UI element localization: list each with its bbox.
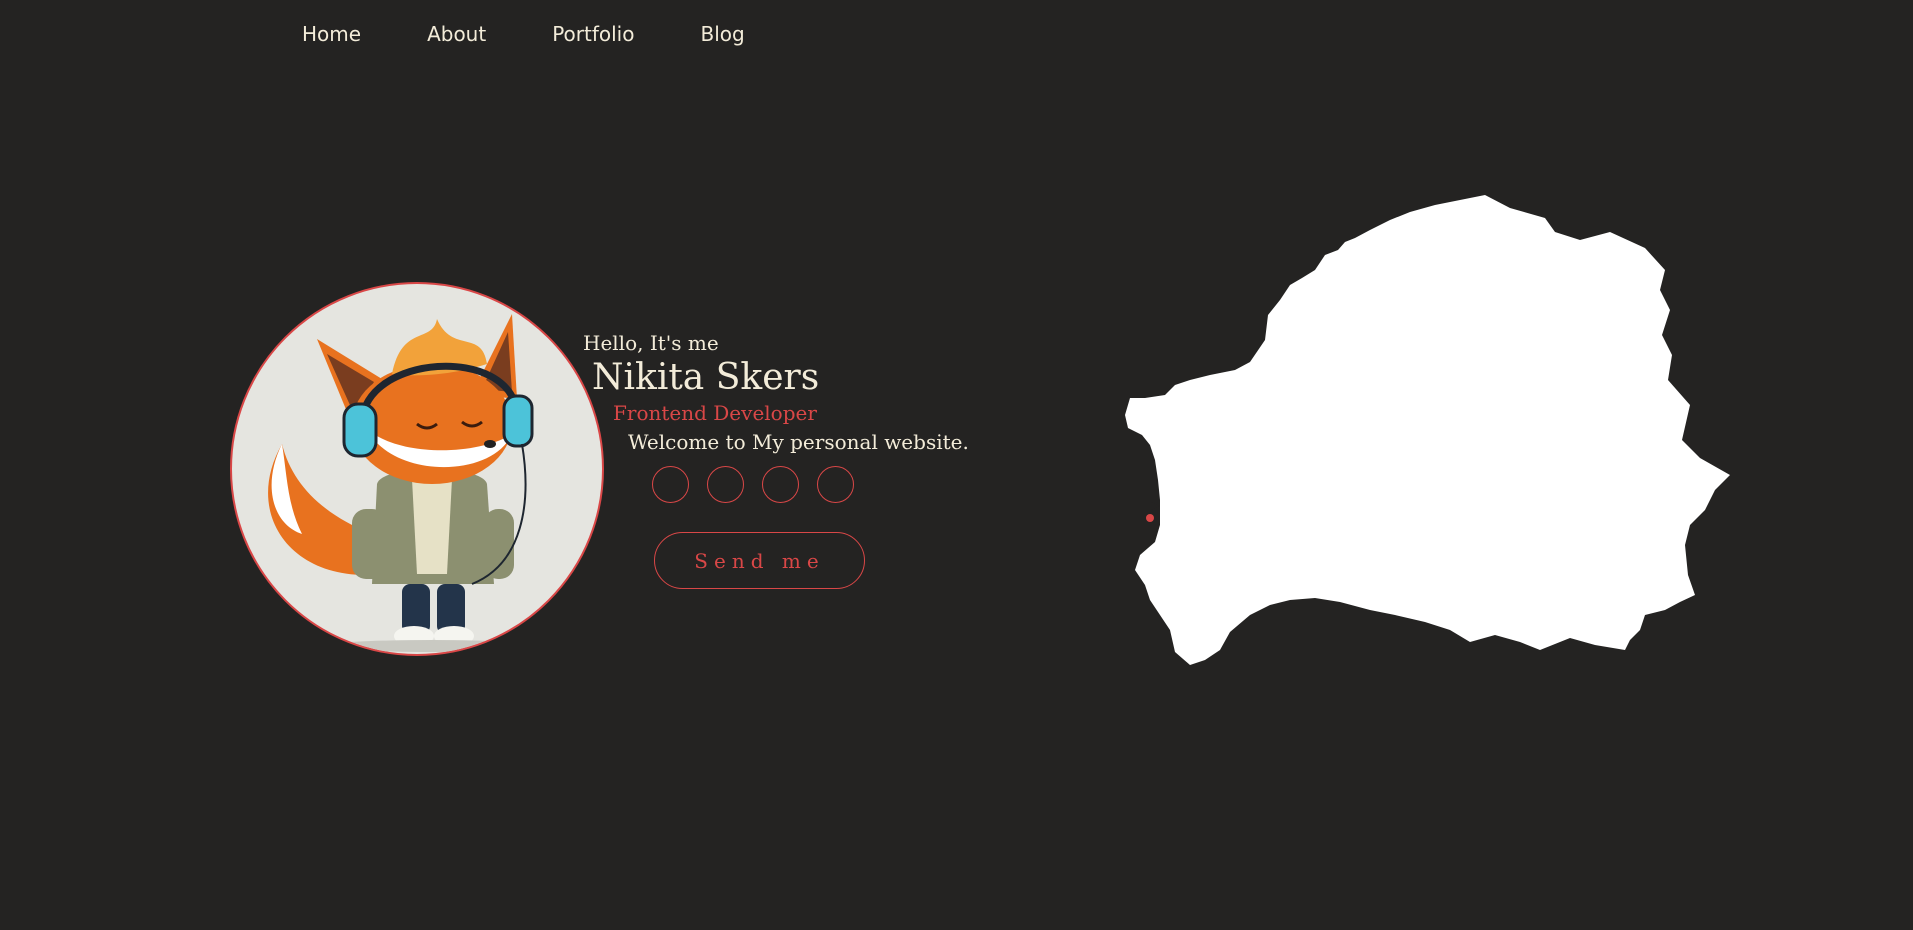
social-icon-4[interactable] <box>817 466 854 503</box>
nav-about-link[interactable]: About <box>427 22 486 46</box>
social-icon-3[interactable] <box>762 466 799 503</box>
social-icon-1[interactable] <box>652 466 689 503</box>
social-links <box>652 466 872 503</box>
page-title: Nikita Skers <box>592 357 820 398</box>
nav-home-link[interactable]: Home <box>302 22 361 46</box>
social-icon-2[interactable] <box>707 466 744 503</box>
belarus-map <box>1125 195 1730 665</box>
job-title: Frontend Developer <box>613 401 817 425</box>
fox-illustration <box>268 314 542 652</box>
greeting: Hello, It's me <box>583 331 719 355</box>
country-shape <box>1125 195 1730 665</box>
nav-portfolio-link[interactable]: Portfolio <box>552 22 634 46</box>
avatar <box>230 282 604 656</box>
nav-blog-link[interactable]: Blog <box>700 22 744 46</box>
flag-icon <box>1146 502 1160 522</box>
main-nav: Home About Portfolio Blog <box>302 22 811 46</box>
welcome-text: Welcome to My personal website. <box>628 430 969 454</box>
send-me-button[interactable]: Send me <box>654 532 865 589</box>
